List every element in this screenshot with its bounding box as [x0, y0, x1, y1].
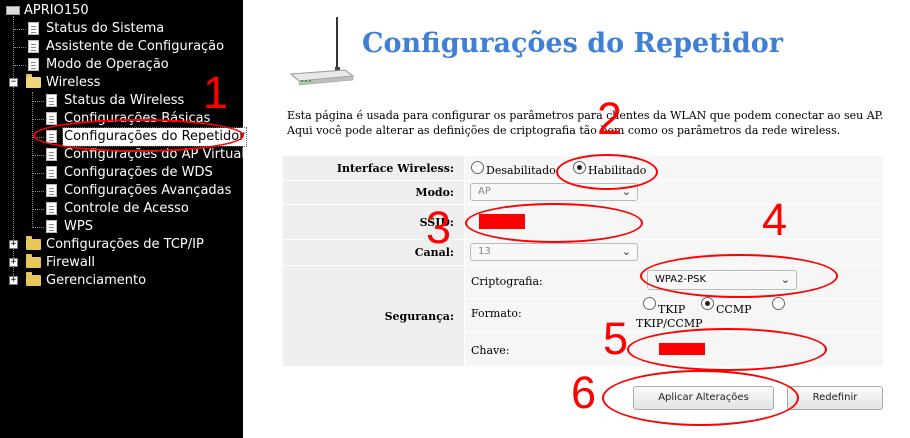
expand-icon[interactable]: +	[9, 276, 18, 285]
sidebar-item-label: Configurações do AP Virtual	[64, 147, 245, 162]
sidebar-item-label: Configurações Básicas	[64, 111, 211, 126]
chevron-down-icon: ⌄	[621, 245, 631, 258]
row-interface: Interface Wireless: Desabilitado Habilit…	[283, 156, 883, 180]
document-icon	[46, 112, 57, 125]
sidebar-item-label: Modo de Operação	[46, 57, 169, 72]
document-icon	[28, 58, 39, 71]
page-description-line2: Aqui você pode alterar as definições de …	[287, 124, 841, 137]
row-mode: Modo: AP ⌄	[283, 181, 883, 204]
channel-select[interactable]: 13 ⌄	[470, 243, 638, 261]
annotation-number-2: 2	[597, 93, 623, 144]
annotation-number-6: 6	[571, 367, 597, 418]
annotation-number-3: 3	[426, 202, 452, 253]
annotation-number-1: 1	[203, 67, 229, 118]
reset-button[interactable]: Redefinir	[787, 386, 883, 410]
sidebar-item-label: Configurações do Repetidor	[62, 127, 247, 147]
document-icon	[46, 130, 57, 143]
format-ccmp-label: CCMP	[716, 303, 752, 316]
document-icon	[46, 148, 57, 161]
channel-select-value: 13	[478, 246, 491, 257]
crypto-label: Criptografia:	[471, 275, 543, 288]
sidebar-item-label: Status da Wireless	[64, 93, 185, 108]
mode-select[interactable]: AP ⌄	[470, 183, 638, 201]
interface-disabled-label: Desabilitado	[486, 164, 556, 177]
format-tkip-ccmp-radio[interactable]	[772, 297, 785, 310]
document-icon	[28, 22, 39, 35]
tree-root-label: APRIO150	[24, 3, 89, 18]
format-tkip-ccmp-label: TKIP/CCMP	[636, 317, 703, 330]
sidebar-item-label: Configurações Avançadas	[64, 183, 232, 198]
mode-select-value: AP	[478, 186, 491, 197]
mode-label: Modo:	[283, 181, 464, 204]
computer-icon	[6, 6, 20, 15]
security-label: Segurança:	[283, 266, 464, 366]
format-label: Formato:	[471, 307, 522, 320]
folder-icon	[26, 272, 41, 286]
annotation-number-5: 5	[603, 313, 629, 364]
format-ccmp-radio[interactable]	[701, 297, 714, 310]
sidebar-item-label: Status do Sistema	[46, 21, 165, 36]
document-icon	[46, 202, 57, 215]
document-icon	[46, 184, 57, 197]
apply-button[interactable]: Aplicar Alterações	[633, 386, 774, 410]
key-label: Chave:	[471, 344, 510, 357]
annotation-number-4: 4	[762, 194, 788, 245]
folder-icon	[26, 236, 41, 250]
folder-icon	[26, 254, 41, 268]
format-tkip-radio[interactable]	[643, 297, 656, 310]
sidebar-item-label: Assistente de Configuração	[46, 39, 225, 54]
router-image	[289, 17, 355, 86]
interface-enabled-label: Habilitado	[588, 164, 647, 177]
page-description-line1: Esta página é usada para configurar os p…	[287, 109, 884, 122]
collapse-icon[interactable]: −	[9, 78, 18, 87]
sidebar-item-label: Wireless	[46, 75, 101, 90]
sidebar-item-label: WPS	[64, 219, 93, 234]
page-title: Configurações do Repetidor	[362, 28, 784, 59]
expand-icon[interactable]: +	[9, 240, 18, 249]
document-icon	[28, 40, 39, 53]
row-security: Segurança: Criptografia: WPA2-PSK ⌄ Form…	[283, 266, 883, 366]
interface-enabled-radio[interactable]	[573, 161, 586, 174]
row-ssid: SSID:	[283, 205, 883, 239]
crypto-select-value: WPA2-PSK	[655, 274, 707, 285]
ssid-input-redacted[interactable]	[479, 214, 525, 229]
format-tkip-label: TKIP	[658, 303, 686, 316]
folder-open-icon	[26, 74, 41, 88]
row-channel: Canal: 13 ⌄	[283, 240, 883, 265]
interface-disabled-radio[interactable]	[471, 161, 484, 174]
chevron-down-icon: ⌄	[780, 273, 790, 286]
sidebar-item-label: Gerenciamento	[46, 273, 147, 288]
document-icon	[46, 94, 57, 107]
key-input-redacted[interactable]	[659, 343, 705, 355]
chevron-down-icon: ⌄	[621, 185, 631, 198]
sidebar-tree: APRIO150 Status do Sistema Assistente de…	[0, 0, 247, 438]
document-icon	[46, 166, 57, 179]
sidebar-item-label: Firewall	[46, 255, 96, 270]
sidebar-item-label: Configurações de WDS	[64, 165, 213, 180]
sidebar-item-label: Configurações de TCP/IP	[46, 237, 204, 252]
expand-icon[interactable]: +	[9, 258, 18, 267]
document-icon	[46, 220, 57, 233]
interface-label: Interface Wireless:	[283, 156, 464, 180]
sidebar-item-label: Controle de Acesso	[64, 201, 189, 216]
crypto-select[interactable]: WPA2-PSK ⌄	[647, 270, 797, 290]
